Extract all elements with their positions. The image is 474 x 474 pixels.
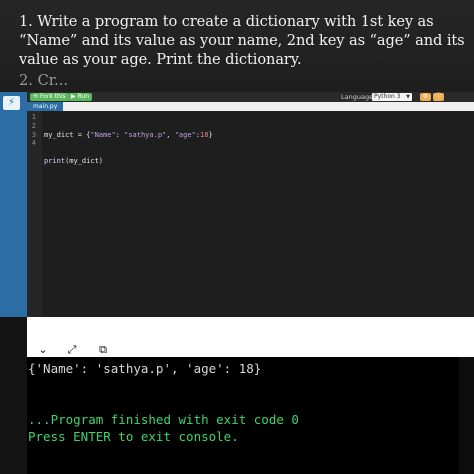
code-line-1: my_dict = {"Name": "sathya.p", "age":18} xyxy=(44,130,213,139)
line-number: 2 xyxy=(31,121,36,130)
toolbar: ⟲ Fork this ▶ Run Language Python 3 ▼ ⚙ … xyxy=(27,92,474,102)
file-tab-main[interactable]: main.py xyxy=(27,102,64,111)
question-text: 1. Write a program to create a dictionar… xyxy=(19,13,465,68)
console-output[interactable]: {'Name': 'sathya.p', 'age': 18} ...Progr… xyxy=(27,357,459,474)
fork-button[interactable]: ⟲ Fork this xyxy=(30,93,69,101)
left-dark-margin xyxy=(0,317,27,474)
question-banner: 1. Write a program to create a dictionar… xyxy=(0,0,474,92)
line-number: 3 xyxy=(31,130,36,139)
right-strip xyxy=(459,317,474,357)
console-result: {'Name': 'sathya.p', 'age': 18} xyxy=(28,361,262,376)
chevron-down-icon[interactable]: ⌄ xyxy=(36,344,50,355)
fork-icon: ⟲ xyxy=(33,93,40,100)
code-line-2: print(my_dict) xyxy=(44,156,104,165)
expand-arrows-icon[interactable]: ⤢ xyxy=(65,344,79,355)
ide-panel: ⟲ Fork this ▶ Run Language Python 3 ▼ ⚙ … xyxy=(27,92,474,317)
left-rail: ⚡ xyxy=(0,92,27,317)
code-editor[interactable]: 1 2 3 4 my_dict = {"Name": "sathya.p", "… xyxy=(27,111,474,317)
language-select[interactable]: Python 3 ▼ xyxy=(372,93,412,101)
copy-icon[interactable]: ⧉ xyxy=(96,344,110,355)
line-gutter: 1 2 3 4 xyxy=(27,111,42,317)
info-icon[interactable]: ⓘ xyxy=(433,93,444,101)
console-prompt: Press ENTER to exit console. xyxy=(28,429,239,444)
question-next-cutoff: 2. Cr... xyxy=(19,72,69,89)
run-button[interactable]: ▶ Run xyxy=(68,93,93,101)
chevron-down-icon: ▼ xyxy=(406,94,410,100)
gear-icon[interactable]: ⚙ xyxy=(420,93,431,101)
language-label: Language xyxy=(341,93,374,101)
line-number: 1 xyxy=(31,113,36,121)
console-finish: ...Program finished with exit code 0 xyxy=(28,412,299,427)
line-number: 4 xyxy=(31,139,36,148)
lightning-icon[interactable]: ⚡ xyxy=(3,96,20,110)
file-tab-bar: main.py xyxy=(27,102,474,111)
output-header: ⌄ ⤢ ⧉ xyxy=(27,317,459,357)
